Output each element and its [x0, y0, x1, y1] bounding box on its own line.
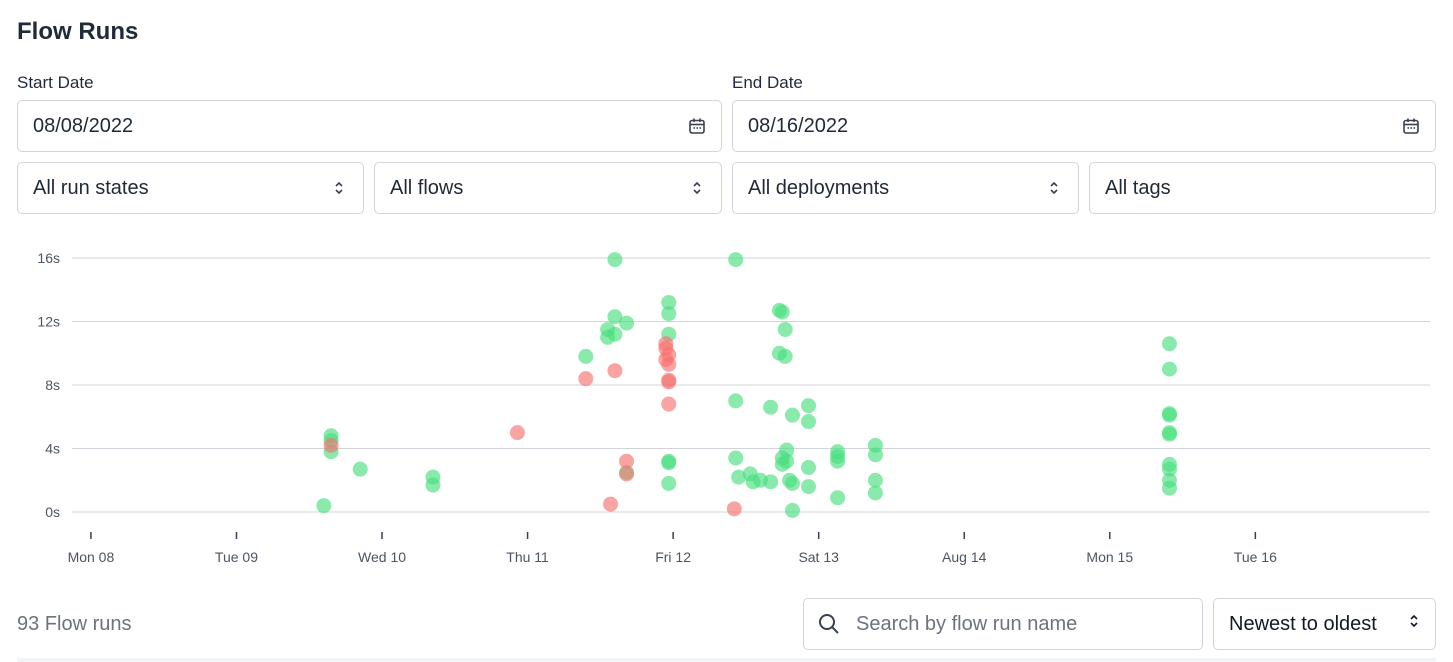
flow-run-point-completed	[800, 479, 816, 495]
chevron-up-down-icon	[1408, 612, 1420, 636]
flow-run-point-failed	[607, 363, 623, 379]
flow-run-point-completed	[728, 450, 744, 466]
flow-run-point-completed	[784, 502, 800, 518]
flow-run-point-completed	[777, 348, 793, 364]
flow-runs-scatter-chart: 0s 4s 8s 12s 16s Mon 08 Tue 09 Wed 10 Thu 11 Fri…	[37, 250, 1430, 565]
flow-run-point-completed	[661, 306, 677, 322]
flow-run-point-completed	[779, 453, 795, 469]
flow-run-point-failed	[619, 466, 635, 482]
start-date-input[interactable]: 08/08/2022	[17, 100, 722, 152]
y-tick-label: 16s	[37, 250, 60, 266]
flow-run-point-completed	[352, 461, 368, 477]
flow-run-point-completed	[774, 304, 790, 320]
y-tick-label: 12s	[37, 314, 60, 330]
flow-run-point-completed	[800, 398, 816, 414]
x-tick-label: Mon 08	[68, 549, 115, 565]
run-states-value: All run states	[33, 176, 149, 199]
flow-runs-count: 93 Flow runs	[17, 613, 132, 635]
flows-select[interactable]: All flows	[374, 162, 722, 214]
deployments-select[interactable]: All deployments	[732, 162, 1079, 214]
flow-run-point-completed	[763, 399, 779, 415]
chevron-up-down-icon	[1045, 179, 1063, 197]
x-tick-label: Aug 14	[942, 549, 987, 565]
tags-input[interactable]: All tags	[1089, 162, 1436, 214]
x-tick-label: Wed 10	[358, 549, 406, 565]
flow-run-point-completed	[867, 485, 883, 501]
flow-run-point-failed	[603, 496, 619, 512]
sort-value: Newest to oldest	[1229, 612, 1377, 635]
flow-run-point-completed	[425, 477, 441, 493]
chevron-up-down-icon	[688, 179, 706, 197]
flow-run-point-completed	[728, 393, 744, 409]
flows-value: All flows	[390, 176, 464, 199]
x-tick-label: Fri 12	[655, 549, 691, 565]
x-tick-label: Mon 15	[1086, 549, 1133, 565]
search-box[interactable]	[803, 598, 1203, 650]
end-date-label: End Date	[732, 73, 803, 92]
run-states-select[interactable]: All run states	[17, 162, 364, 214]
flow-run-point-completed	[784, 407, 800, 423]
y-tick-label: 8s	[45, 377, 60, 393]
page-title: Flow Runs	[17, 18, 139, 45]
deployments-value: All deployments	[748, 176, 890, 199]
x-tick-label: Tue 09	[215, 549, 258, 565]
flow-run-point-completed	[316, 498, 332, 514]
flow-run-point-completed	[800, 414, 816, 430]
chevron-up-down-icon	[330, 179, 348, 197]
flow-run-point-completed	[1161, 406, 1177, 422]
end-date-input[interactable]: 08/16/2022	[732, 100, 1436, 152]
flow-run-point-completed	[619, 315, 635, 331]
x-tick-label: Thu 11	[506, 549, 549, 565]
flow-run-point-completed	[867, 447, 883, 463]
flow-run-point-completed	[661, 455, 677, 471]
flow-run-point-failed	[726, 501, 742, 517]
flow-run-point-completed	[1161, 361, 1177, 377]
flow-run-point-failed	[509, 425, 525, 441]
flow-run-point-failed	[661, 356, 677, 372]
flow-run-point-completed	[800, 460, 816, 476]
flow-run-point-completed	[607, 326, 623, 342]
y-tick-label: 4s	[45, 441, 60, 457]
x-tick-label: Tue 16	[1234, 549, 1277, 565]
y-tick-label: 0s	[45, 504, 60, 520]
flow-run-point-failed	[578, 371, 594, 387]
flow-run-point-completed	[661, 475, 677, 491]
search-input[interactable]	[854, 611, 1178, 637]
flow-run-point-completed	[777, 321, 793, 337]
flow-run-point-completed	[830, 453, 846, 469]
flow-run-point-completed	[1161, 426, 1177, 442]
chart-x-axis: Mon 08 Tue 09 Wed 10 Thu 11 Fri 12 Sat 13 Aug …	[68, 532, 1277, 565]
flow-run-point-failed	[323, 437, 339, 453]
flow-run-point-completed	[1161, 336, 1177, 352]
flow-runs-list-top	[17, 658, 1436, 662]
flow-run-point-failed	[661, 374, 677, 390]
chart-y-axis: 0s 4s 8s 12s 16s	[37, 250, 60, 520]
x-tick-label: Sat 13	[798, 549, 839, 565]
flow-run-point-completed	[578, 348, 594, 364]
flow-run-point-completed	[830, 490, 846, 506]
flow-run-point-completed	[784, 475, 800, 491]
flow-run-point-completed	[763, 474, 779, 490]
calendar-icon[interactable]	[1402, 117, 1420, 135]
start-date-label: Start Date	[17, 73, 94, 92]
calendar-icon[interactable]	[688, 117, 706, 135]
flow-run-point-completed	[1161, 480, 1177, 496]
tags-value: All tags	[1105, 176, 1171, 199]
start-date-value: 08/08/2022	[33, 114, 134, 137]
end-date-value: 08/16/2022	[748, 114, 849, 137]
flow-run-point-completed	[607, 252, 623, 268]
sort-select[interactable]: Newest to oldest	[1213, 598, 1436, 650]
flow-run-point-failed	[661, 396, 677, 412]
search-icon	[818, 613, 840, 635]
flow-run-point-completed	[728, 252, 744, 268]
